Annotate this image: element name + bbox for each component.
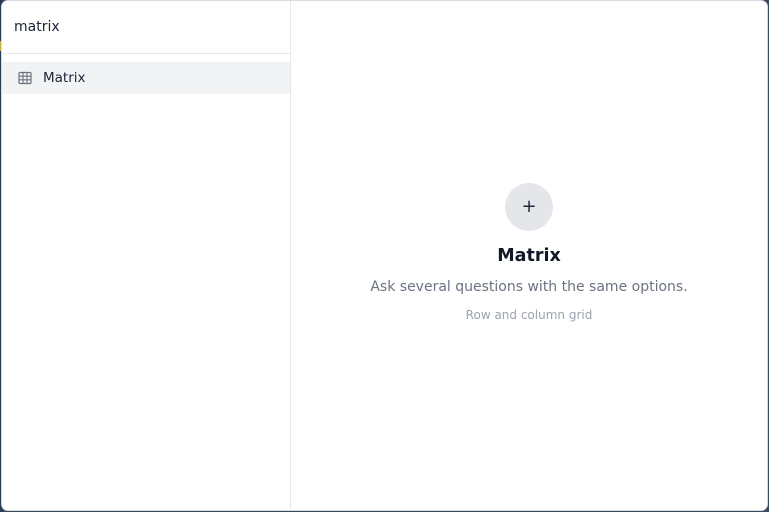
results-list: Matrix (2, 54, 290, 94)
plus-icon[interactable]: + (505, 183, 553, 231)
question-type-list-panel: Matrix (2, 1, 291, 510)
result-item-matrix[interactable]: Matrix (2, 62, 290, 94)
question-type-picker-dialog: Matrix + Matrix Ask several questions wi… (1, 0, 768, 511)
question-type-preview: + Matrix Ask several questions with the … (291, 183, 767, 322)
preview-title: Matrix (497, 246, 561, 266)
preview-hint: Row and column grid (465, 308, 593, 322)
result-item-label: Matrix (43, 70, 86, 86)
search-input[interactable] (2, 1, 290, 53)
search-row (2, 1, 290, 54)
preview-panel: + Matrix Ask several questions with the … (291, 1, 767, 510)
table-grid-icon (18, 71, 32, 85)
preview-description: Ask several questions with the same opti… (370, 279, 688, 295)
